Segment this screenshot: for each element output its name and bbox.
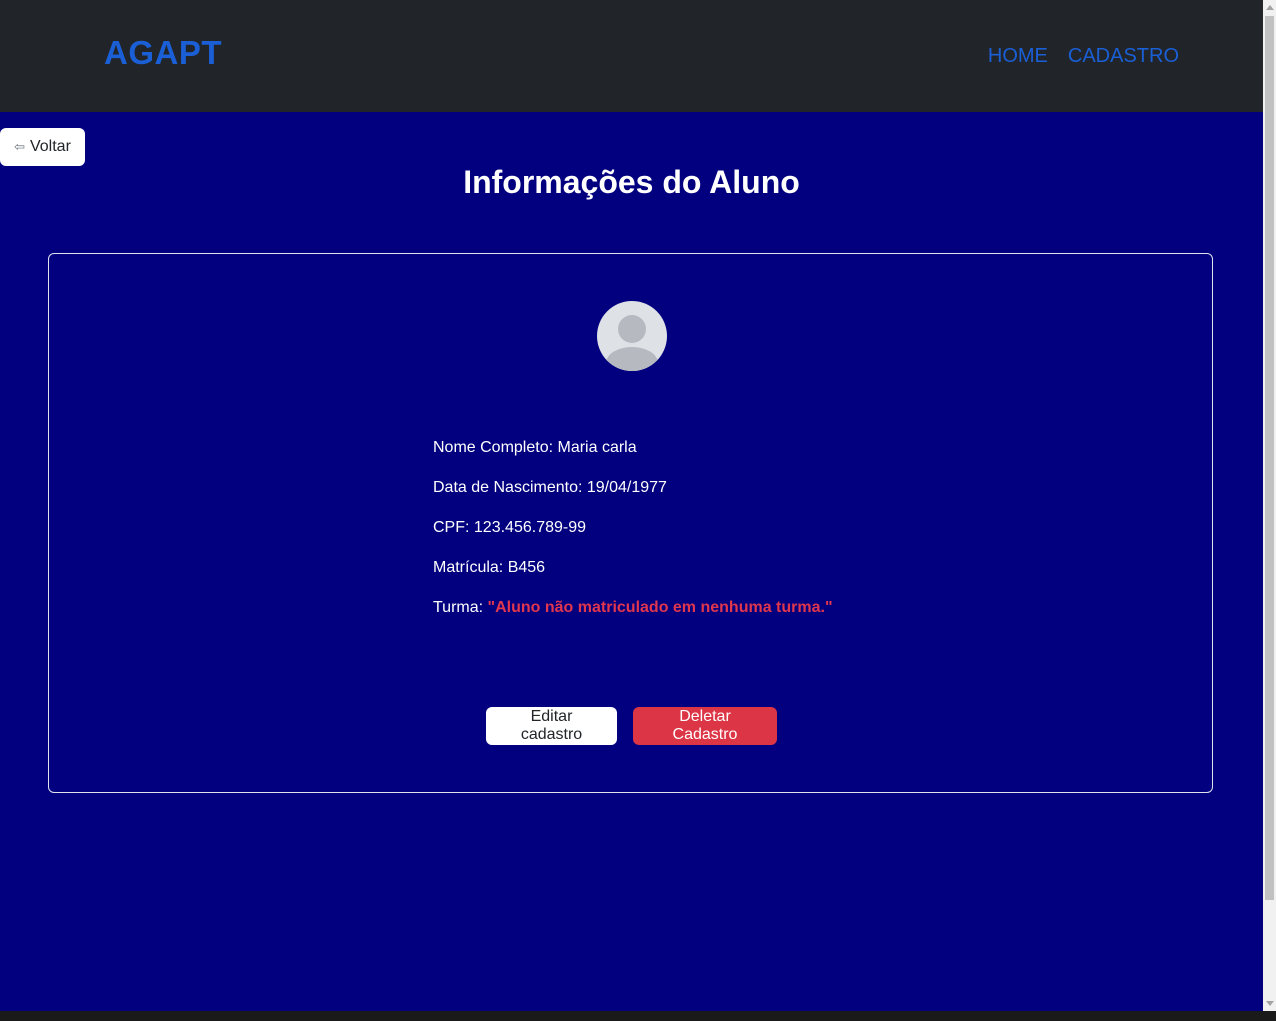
field-label: Data de Nascimento: <box>433 479 583 496</box>
nav-links: HOME CADASTRO <box>988 45 1179 68</box>
main-content: ⇦ Voltar Informações do Aluno Nome Compl… <box>0 112 1263 1011</box>
navbar: AGAPT HOME CADASTRO <box>0 0 1263 112</box>
field-value: 123.456.789-99 <box>473 519 587 536</box>
field-value: Maria carla <box>557 439 637 456</box>
field-matricula: Matrícula: B456 <box>433 558 833 598</box>
user-avatar-icon <box>597 301 667 371</box>
student-info: Nome Completo: Maria carla Data de Nasci… <box>433 438 833 638</box>
turma-warning: "Aluno não matriculado em nenhuma turma.… <box>487 599 833 616</box>
field-label: Nome Completo: <box>433 439 554 456</box>
edit-button[interactable]: Editar cadastro <box>486 707 617 745</box>
delete-button[interactable]: Deletar Cadastro <box>633 707 777 745</box>
field-value: B456 <box>507 559 546 576</box>
vertical-scrollbar[interactable] <box>1263 0 1276 1011</box>
card-actions: Editar cadastro Deletar Cadastro <box>486 707 777 745</box>
student-info-card: Nome Completo: Maria carla Data de Nasci… <box>48 253 1213 793</box>
nav-link-home[interactable]: HOME <box>988 45 1048 68</box>
field-nome: Nome Completo: Maria carla <box>433 438 833 478</box>
field-cpf: CPF: 123.456.789-99 <box>433 518 833 558</box>
field-label: Turma: <box>433 599 484 616</box>
field-label: CPF: <box>433 519 470 536</box>
back-button[interactable]: ⇦ Voltar <box>0 128 85 166</box>
bottom-bar <box>0 1011 1276 1021</box>
scroll-up-icon[interactable] <box>1266 5 1274 10</box>
field-label: Matrícula: <box>433 559 504 576</box>
brand-logo[interactable]: AGAPT <box>104 34 222 72</box>
field-value: 19/04/1977 <box>586 479 667 496</box>
back-button-label: Voltar <box>29 138 71 155</box>
scroll-down-icon[interactable] <box>1266 1001 1274 1006</box>
left-arrow-icon: ⇦ <box>14 139 25 154</box>
nav-link-cadastro[interactable]: CADASTRO <box>1068 45 1179 68</box>
field-nascimento: Data de Nascimento: 19/04/1977 <box>433 478 833 518</box>
page-title: Informações do Aluno <box>463 164 800 200</box>
scrollbar-thumb[interactable] <box>1265 16 1274 900</box>
field-turma: Turma: "Aluno não matriculado em nenhuma… <box>433 598 833 638</box>
